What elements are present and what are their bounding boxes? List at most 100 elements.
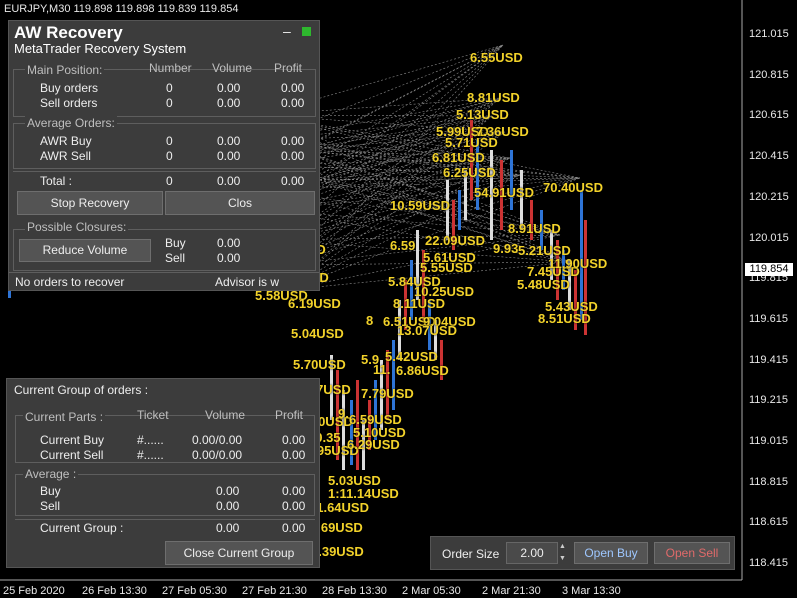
profit-label: 5.71USD xyxy=(445,135,498,150)
awr-sell-label: AWR Sell xyxy=(40,149,91,163)
closure-sell-label: Sell xyxy=(165,251,186,265)
main-position-legend: Main Position: xyxy=(25,63,105,77)
sell-orders-profit: 0.00 xyxy=(281,96,305,110)
closure-buy-label: Buy xyxy=(165,236,186,250)
header-profit-2: Profit xyxy=(275,408,304,422)
profit-label: 8.51USD xyxy=(538,311,591,326)
closure-sell-value: 0.00 xyxy=(217,251,241,265)
buy-orders-profit: 0.00 xyxy=(281,81,305,95)
buy-orders-number: 0 xyxy=(166,81,173,95)
profit-label: 6.81USD xyxy=(432,150,485,165)
sell-orders-label: Sell orders xyxy=(40,96,98,110)
awr-buy-label: AWR Buy xyxy=(40,134,92,148)
sell-orders-volume: 0.00 xyxy=(217,96,241,110)
current-buy-volume: 0.00/0.00 xyxy=(192,433,243,447)
minimize-button[interactable]: – xyxy=(283,23,291,39)
profit-label: 13.07USD xyxy=(397,323,457,338)
profit-label: 54.91USD xyxy=(474,185,534,200)
stop-recovery-button[interactable]: Stop Recovery xyxy=(17,191,163,215)
status-left: No orders to recover xyxy=(15,275,125,289)
current-sell-volume: 0.00/0.00 xyxy=(192,448,243,462)
price-tick: 118.615 xyxy=(749,516,788,529)
awr-sell-volume: 0.00 xyxy=(217,149,241,163)
reduce-volume-button[interactable]: Reduce Volume xyxy=(19,239,151,262)
profit-label: 6.29USD xyxy=(347,437,400,452)
current-sell-ticket: #...... xyxy=(137,448,164,462)
panel-subtitle: MetaTrader Recovery System xyxy=(14,41,187,56)
profit-label: 6.86USD xyxy=(396,363,449,378)
price-tick: 120.415 xyxy=(749,150,789,163)
price-tick: 120.015 xyxy=(749,231,789,244)
average-sell-volume: 0.00 xyxy=(216,499,240,513)
order-size-stepper[interactable]: ▲ ▼ xyxy=(559,541,566,565)
time-tick: 2 Mar 05:30 xyxy=(402,585,461,597)
price-tick: 121.015 xyxy=(749,28,789,40)
total-label: Total : xyxy=(40,174,73,188)
status-right: Advisor is w xyxy=(215,275,280,289)
group-panel-title: Current Group of orders : xyxy=(14,383,149,397)
time-tick: 26 Feb 13:30 xyxy=(82,585,147,597)
close-current-group-button[interactable]: Close Current Group xyxy=(165,541,313,565)
average-buy-volume: 0.00 xyxy=(216,484,240,498)
price-tick: 119.215 xyxy=(749,394,788,407)
price-tick: 120.215 xyxy=(749,190,789,203)
price-tick: 119.415 xyxy=(749,353,788,366)
awr-buy-number: 0 xyxy=(166,134,173,148)
header-number: Number xyxy=(149,61,192,75)
profit-label: 11.90USD xyxy=(548,256,608,271)
current-buy-profit: 0.00 xyxy=(282,433,306,447)
average-buy-profit: 0.00 xyxy=(282,484,306,498)
symbol-info: EURJPY,M30 119.898 119.898 119.839 119.8… xyxy=(4,3,239,15)
open-sell-button[interactable]: Open Sell xyxy=(654,542,730,564)
candle xyxy=(458,190,461,230)
awr-buy-profit: 0.00 xyxy=(281,134,305,148)
profit-label: 7.79USD xyxy=(361,386,414,401)
candle xyxy=(510,150,513,210)
average-legend: Average : xyxy=(23,467,79,481)
price-tick: 120.615 xyxy=(749,109,789,122)
current-group-label: Current Group : xyxy=(40,521,124,535)
profit-label: 5.55USD xyxy=(420,260,473,275)
status-divider xyxy=(9,272,319,273)
buy-orders-volume: 0.00 xyxy=(217,81,241,95)
current-price-tag: 119.854 xyxy=(745,263,793,276)
profit-label: 8.91USD xyxy=(508,221,561,236)
time-tick: 2 Mar 21:30 xyxy=(482,585,541,597)
time-tick: 27 Feb 05:30 xyxy=(162,585,227,597)
awr-buy-volume: 0.00 xyxy=(217,134,241,148)
profit-label: 9.93 xyxy=(493,241,519,256)
profit-label: 22.09USD xyxy=(425,233,485,248)
price-tick: 118.415 xyxy=(749,557,788,570)
profit-label: 9. xyxy=(338,406,349,421)
price-tick: 120.815 xyxy=(749,68,789,81)
header-ticket: Ticket xyxy=(137,408,169,422)
time-tick: 3 Mar 13:30 xyxy=(562,585,621,597)
profit-label: 8 xyxy=(366,313,374,328)
profit-label: 70.40USD xyxy=(543,180,603,195)
average-sell-label: Sell xyxy=(40,499,61,513)
buy-orders-label: Buy orders xyxy=(40,81,99,95)
current-group-profit: 0.00 xyxy=(282,521,306,535)
profit-label: 5.70USD xyxy=(293,357,346,372)
average-buy-label: Buy xyxy=(40,484,61,498)
status-light-icon xyxy=(302,27,311,36)
open-buy-button[interactable]: Open Buy xyxy=(574,542,648,564)
profit-label: 8.81USD xyxy=(467,90,520,105)
close-button[interactable]: Clos xyxy=(165,191,315,215)
total-volume: 0.00 xyxy=(217,174,241,188)
current-buy-ticket: #...... xyxy=(137,433,164,447)
current-parts-legend: Current Parts : xyxy=(23,410,106,424)
candle xyxy=(342,390,345,470)
profit-label: 6.19USD xyxy=(288,296,341,311)
awr-sell-profit: 0.00 xyxy=(281,149,305,163)
awr-sell-number: 0 xyxy=(166,149,173,163)
average-orders-legend: Average Orders: xyxy=(25,116,117,130)
sell-orders-number: 0 xyxy=(166,96,173,110)
order-size-input[interactable]: 2.00 xyxy=(506,542,558,564)
total-number: 0 xyxy=(166,174,173,188)
profit-label: 5.13USD xyxy=(456,107,509,122)
total-divider xyxy=(13,171,316,172)
panel-title: AW Recovery xyxy=(14,23,123,42)
profit-label: 6.55USD xyxy=(470,50,523,65)
possible-closures-legend: Possible Closures: xyxy=(25,220,129,234)
